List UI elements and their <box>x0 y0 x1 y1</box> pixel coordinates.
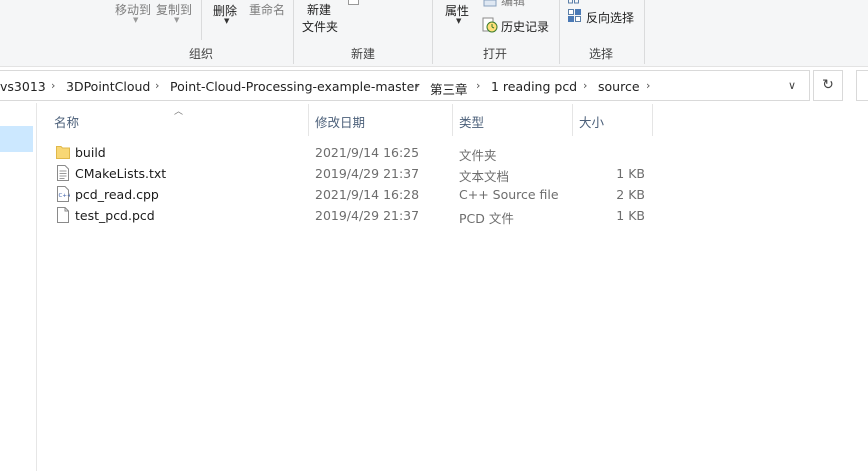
cpp-file-icon: C++ <box>57 186 71 202</box>
chevron-right-icon[interactable]: › <box>155 79 159 92</box>
nav-selected-item[interactable] <box>0 126 33 152</box>
rename-button[interactable]: 重命名 <box>249 1 285 18</box>
file-type: C++ Source file <box>459 187 559 202</box>
column-header-name[interactable]: 名称 <box>54 112 79 131</box>
properties-dropdown-icon[interactable]: ▼ <box>456 17 461 25</box>
file-size: 1 KB <box>616 208 645 223</box>
file-modified: 2019/4/29 21:37 <box>315 166 420 181</box>
breadcrumb-item[interactable]: 1 reading pcd <box>491 79 577 94</box>
edit-icon <box>483 0 497 7</box>
edit-button[interactable]: 编辑 <box>501 0 525 9</box>
ribbon: 移动到 ▼ 复制到 ▼ 删除 ▼ 重命名 组织 新建 文件夹 新建 属性 ▼ 编… <box>0 0 868 67</box>
ribbon-group-separator <box>432 0 433 64</box>
move-to-dropdown-icon[interactable]: ▼ <box>133 16 138 24</box>
history-button[interactable]: 历史记录 <box>501 18 549 35</box>
chevron-right-icon[interactable]: › <box>646 79 650 92</box>
column-divider[interactable] <box>572 104 573 136</box>
breadcrumb-item[interactable]: Point-Cloud-Processing-example-master <box>170 79 419 94</box>
sort-ascending-icon: ︿ <box>174 107 184 117</box>
refresh-button[interactable]: ↻ <box>813 70 843 101</box>
select-all-icon <box>568 0 579 4</box>
folder-icon <box>56 146 70 159</box>
column-divider[interactable] <box>308 104 309 136</box>
file-name[interactable]: test_pcd.pcd <box>75 208 155 223</box>
ribbon-group-separator <box>644 0 645 64</box>
svg-text:C++: C++ <box>59 193 71 199</box>
new-group-label: 新建 <box>351 47 376 61</box>
chevron-right-icon[interactable]: › <box>415 79 419 92</box>
address-box[interactable]: vs3013 › 3DPointCloud › Point-Cloud-Proc… <box>0 70 810 101</box>
breadcrumb-item[interactable]: 3DPointCloud <box>66 79 150 94</box>
refresh-icon: ↻ <box>822 77 834 93</box>
file-name[interactable]: CMakeLists.txt <box>75 166 166 181</box>
column-header-modified[interactable]: 修改日期 <box>315 112 365 131</box>
file-size: 1 KB <box>616 166 645 181</box>
open-group-label: 打开 <box>483 47 508 61</box>
new-folder-button-line2[interactable]: 文件夹 <box>302 18 338 35</box>
breadcrumb-item[interactable]: 第三章 <box>430 79 468 98</box>
file-name[interactable]: build <box>75 145 106 160</box>
chevron-right-icon[interactable]: › <box>583 79 587 92</box>
invert-selection-button[interactable]: 反向选择 <box>586 9 634 26</box>
column-divider[interactable] <box>452 104 453 136</box>
breadcrumb-item[interactable]: vs3013 <box>0 79 46 94</box>
chevron-right-icon[interactable]: › <box>476 79 480 92</box>
column-header-type[interactable]: 类型 <box>459 112 484 131</box>
generic-file-icon <box>57 207 69 223</box>
file-type: 文本文档 <box>459 169 510 184</box>
ribbon-divider <box>201 0 202 40</box>
invert-selection-icon <box>568 9 581 22</box>
file-size: 2 KB <box>616 187 645 202</box>
address-bar[interactable]: vs3013 › 3DPointCloud › Point-Cloud-Proc… <box>0 70 838 102</box>
navigation-pane[interactable] <box>0 103 37 471</box>
file-type: 文件夹 <box>459 148 497 163</box>
file-modified: 2021/9/14 16:28 <box>315 187 420 202</box>
ribbon-group-separator <box>559 0 560 64</box>
file-modified: 2019/4/29 21:37 <box>315 208 420 223</box>
new-folder-button[interactable]: 新建 <box>307 1 331 18</box>
new-item-icon[interactable] <box>348 0 359 5</box>
copy-to-dropdown-icon[interactable]: ▼ <box>174 16 179 24</box>
file-type: PCD 文件 <box>459 211 514 226</box>
file-modified: 2021/9/14 16:25 <box>315 145 420 160</box>
breadcrumb-item[interactable]: source <box>598 79 640 94</box>
organize-group-label: 组织 <box>189 47 214 61</box>
ribbon-group-separator <box>293 0 294 64</box>
search-input[interactable] <box>856 70 868 101</box>
history-icon <box>482 17 498 33</box>
chevron-right-icon[interactable]: › <box>51 79 55 92</box>
select-group-label: 选择 <box>589 47 614 61</box>
delete-dropdown-icon[interactable]: ▼ <box>224 17 229 25</box>
file-name[interactable]: pcd_read.cpp <box>75 187 159 202</box>
chevron-down-icon[interactable]: ∨ <box>788 79 796 92</box>
column-divider[interactable] <box>652 104 653 136</box>
text-file-icon <box>57 165 69 181</box>
column-header-size[interactable]: 大小 <box>579 112 604 131</box>
